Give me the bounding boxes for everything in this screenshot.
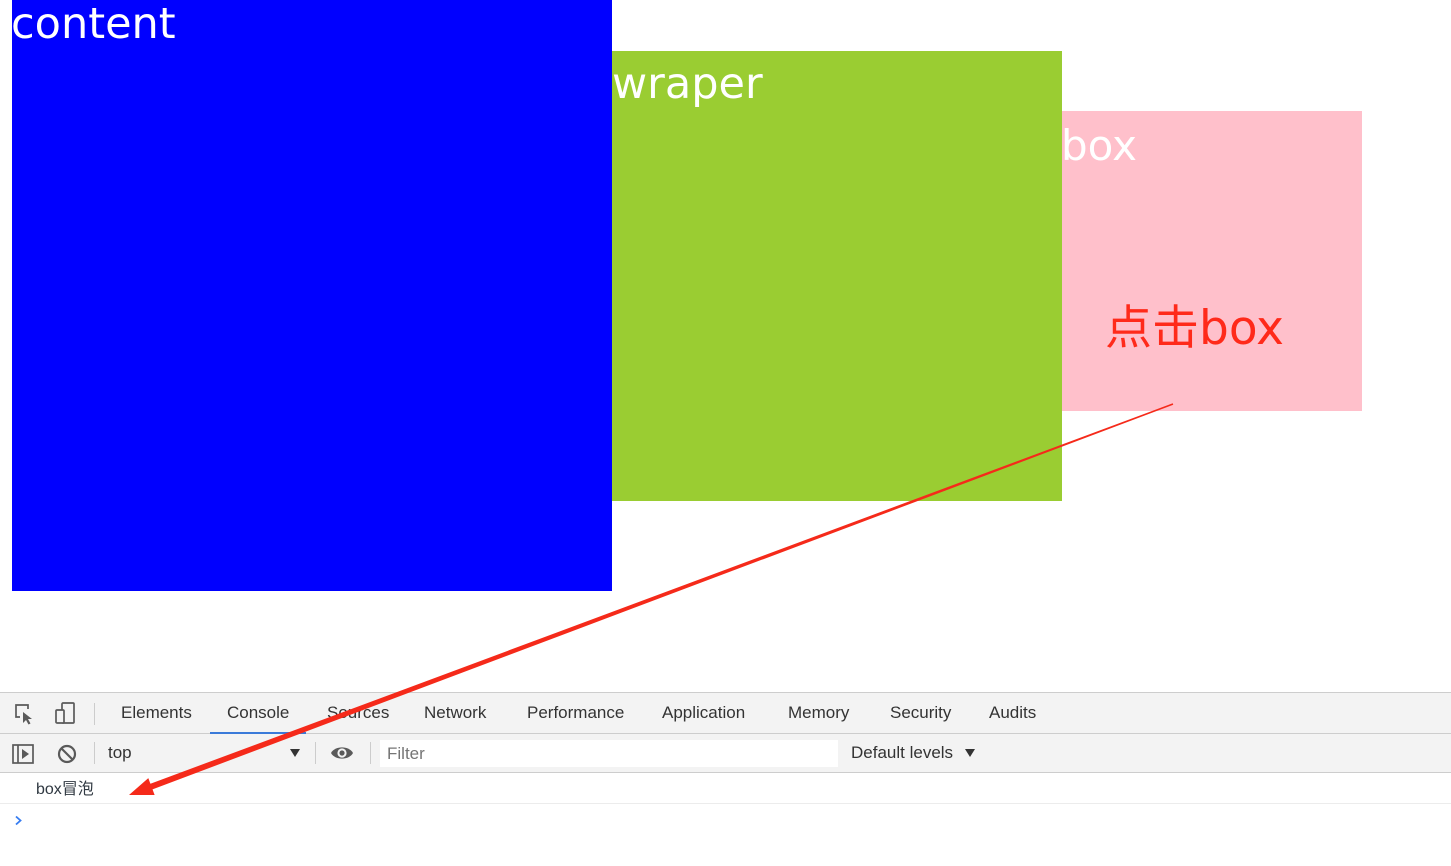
tab-network[interactable]: Network — [407, 693, 503, 733]
show-console-sidebar-icon[interactable] — [12, 744, 34, 764]
tab-audits[interactable]: Audits — [972, 693, 1053, 733]
console-filter-input[interactable] — [380, 740, 838, 767]
tab-label: Memory — [788, 703, 850, 722]
toolbar-divider — [315, 742, 316, 764]
tab-sources[interactable]: Sources — [310, 693, 406, 733]
clear-console-icon[interactable] — [57, 744, 77, 764]
console-messages: box冒泡 — [0, 773, 1451, 834]
tab-security[interactable]: Security — [873, 693, 968, 733]
tab-label: Performance — [527, 703, 625, 722]
caret-down-icon — [965, 749, 975, 757]
device-toolbar-icon[interactable] — [54, 702, 76, 724]
tab-label: Application — [662, 703, 746, 722]
tab-label: Security — [890, 703, 952, 722]
content-box-label: content — [12, 0, 176, 49]
click-box-annotation: 点击box — [1105, 301, 1284, 356]
tab-memory[interactable]: Memory — [771, 693, 866, 733]
tab-performance[interactable]: Performance — [510, 693, 641, 733]
tab-label: Console — [227, 703, 290, 722]
console-message: box冒泡 — [0, 773, 1451, 804]
toolbar-divider — [94, 742, 95, 764]
execution-context-select[interactable]: top — [100, 734, 306, 772]
demo-page: content wraper box 点击box — [0, 0, 1451, 692]
tab-elements[interactable]: Elements — [104, 693, 209, 733]
box-box[interactable]: box — [1062, 111, 1362, 411]
toolbar-divider — [94, 703, 95, 725]
devtools-panel: Elements Console Sources Network Perform… — [0, 692, 1451, 866]
toolbar-divider — [370, 742, 371, 764]
box-box-label: box — [1062, 121, 1137, 170]
tab-label: Elements — [121, 703, 192, 722]
log-levels-select[interactable]: Default levels — [845, 734, 985, 772]
wraper-box[interactable]: wraper — [612, 51, 1062, 501]
execution-context-value: top — [108, 743, 132, 762]
devtools-tabbar: Elements Console Sources Network Perform… — [0, 692, 1451, 734]
tab-label: Audits — [989, 703, 1037, 722]
tab-console[interactable]: Console — [210, 693, 307, 734]
console-prompt[interactable] — [0, 804, 1451, 834]
live-expression-eye-icon[interactable] — [330, 745, 354, 761]
tab-label: Network — [424, 703, 487, 722]
tab-application[interactable]: Application — [645, 693, 762, 733]
wraper-box-label: wraper — [612, 59, 763, 109]
chevron-right-icon — [15, 815, 22, 826]
content-box[interactable]: content — [12, 0, 612, 591]
console-message-text: box冒泡 — [36, 781, 94, 798]
inspect-element-icon[interactable] — [14, 703, 36, 725]
log-levels-value: Default levels — [851, 743, 954, 762]
caret-down-icon — [290, 749, 300, 757]
tab-label: Sources — [327, 703, 390, 722]
console-toolbar: top Default levels — [0, 734, 1451, 773]
